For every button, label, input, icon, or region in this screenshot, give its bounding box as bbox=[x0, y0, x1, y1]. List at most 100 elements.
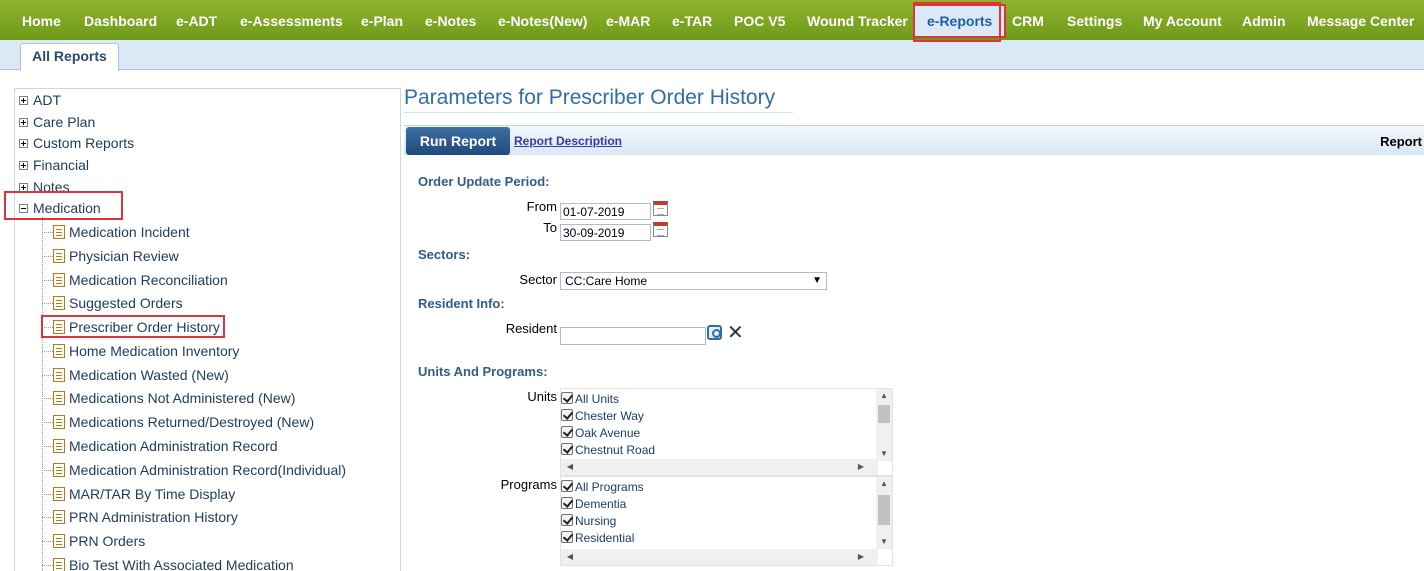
report-document-icon bbox=[53, 249, 65, 263]
sub-tab-bar: All Reports bbox=[0, 40, 1424, 71]
tree-connector bbox=[42, 446, 53, 447]
title-divider bbox=[404, 112, 793, 113]
nav-e-assessments[interactable]: e-Assessments bbox=[240, 0, 343, 40]
scroll-thumb[interactable] bbox=[878, 405, 890, 423]
report-document-icon bbox=[53, 368, 65, 382]
scroll-left-icon[interactable]: ◀ bbox=[563, 459, 577, 475]
report-description-link[interactable]: Report Description bbox=[514, 134, 622, 148]
from-date-input[interactable] bbox=[560, 203, 651, 220]
tree-item-label: Medication Reconciliation bbox=[69, 272, 228, 288]
section-heading-resident: Resident Info: bbox=[418, 296, 505, 311]
expand-icon[interactable] bbox=[19, 118, 28, 127]
search-icon[interactable] bbox=[707, 325, 722, 340]
tree-item-label: Medication Administration Record bbox=[69, 438, 278, 454]
report-document-icon bbox=[53, 439, 65, 453]
tree-item-label: Home Medication Inventory bbox=[69, 343, 240, 359]
tree-category-label: Custom Reports bbox=[33, 135, 135, 151]
expand-icon[interactable] bbox=[19, 96, 28, 105]
nav-e-mar[interactable]: e-MAR bbox=[606, 0, 650, 40]
nav-home[interactable]: Home bbox=[22, 0, 61, 40]
action-bar: Run Report Report Description Report bbox=[404, 125, 1424, 155]
scroll-thumb[interactable] bbox=[878, 495, 890, 525]
report-document-icon bbox=[53, 463, 65, 477]
sector-select[interactable]: CC:Care Home ▼ bbox=[560, 272, 827, 290]
checkbox-checked[interactable] bbox=[561, 392, 573, 404]
tree-item-label: Physician Review bbox=[69, 248, 179, 264]
section-heading-sectors: Sectors: bbox=[418, 247, 471, 262]
nav-e-reports[interactable]: e-Reports bbox=[913, 4, 1007, 38]
tree-item-label: Bio Test With Associated Medication bbox=[69, 557, 294, 571]
report-document-icon bbox=[53, 225, 65, 239]
checkbox-checked[interactable] bbox=[561, 409, 573, 421]
scroll-up-icon[interactable]: ▲ bbox=[876, 477, 892, 491]
scroll-up-icon[interactable]: ▲ bbox=[876, 389, 892, 403]
collapse-icon[interactable] bbox=[19, 204, 28, 213]
expand-icon[interactable] bbox=[19, 161, 28, 170]
nav-admin[interactable]: Admin bbox=[1242, 0, 1286, 40]
nav-e-notes-new[interactable]: e-Notes(New) bbox=[498, 0, 587, 40]
checkbox-checked[interactable] bbox=[561, 480, 573, 492]
run-report-button[interactable]: Run Report bbox=[406, 127, 510, 155]
scroll-down-icon[interactable]: ▼ bbox=[876, 447, 892, 461]
page-title: Parameters for Prescriber Order History bbox=[404, 86, 776, 109]
tree-connector bbox=[42, 398, 53, 399]
tree-category-label: ADT bbox=[33, 92, 61, 108]
nav-my-account[interactable]: My Account bbox=[1143, 0, 1222, 40]
calendar-icon[interactable] bbox=[653, 222, 668, 237]
report-document-icon bbox=[53, 487, 65, 501]
report-label: Report bbox=[1380, 134, 1422, 149]
section-heading-order-period: Order Update Period: bbox=[418, 174, 550, 189]
checkbox-checked[interactable] bbox=[561, 497, 573, 509]
report-document-icon bbox=[53, 344, 65, 358]
nav-crm[interactable]: CRM bbox=[1012, 0, 1044, 40]
tree-connector bbox=[42, 541, 53, 542]
report-document-icon bbox=[53, 296, 65, 310]
tree-item-label: PRN Administration History bbox=[69, 509, 238, 525]
nav-dashboard[interactable]: Dashboard bbox=[84, 0, 157, 40]
tree-connector bbox=[42, 494, 53, 495]
scroll-right-icon[interactable]: ▶ bbox=[854, 549, 868, 565]
nav-poc-v5[interactable]: POC V5 bbox=[734, 0, 785, 40]
scroll-left-icon[interactable]: ◀ bbox=[563, 549, 577, 565]
scroll-right-icon[interactable]: ▶ bbox=[854, 459, 868, 475]
nav-message-center[interactable]: Message Center bbox=[1307, 0, 1414, 40]
horizontal-scrollbar[interactable]: ◀ ▶ bbox=[561, 549, 878, 565]
checkbox-label: Dementia bbox=[575, 497, 627, 511]
tree-item-label: Medication Wasted (New) bbox=[69, 367, 229, 383]
checkbox-checked[interactable] bbox=[561, 443, 573, 455]
close-icon[interactable]: ✕ bbox=[727, 323, 744, 343]
vertical-scrollbar[interactable]: ▲ ▼ bbox=[876, 389, 892, 461]
report-document-icon bbox=[53, 391, 65, 405]
nav-e-notes[interactable]: e-Notes bbox=[425, 0, 476, 40]
to-date-input[interactable] bbox=[560, 224, 651, 241]
tree-item-label: Medication Administration Record(Individ… bbox=[69, 462, 347, 478]
horizontal-scrollbar[interactable]: ◀ ▶ bbox=[561, 459, 878, 475]
tree-category-label: Financial bbox=[33, 157, 90, 173]
checkbox-checked[interactable] bbox=[561, 426, 573, 438]
calendar-icon[interactable] bbox=[653, 201, 668, 216]
tab-all-reports[interactable]: All Reports bbox=[20, 43, 119, 71]
checkbox-checked[interactable] bbox=[561, 514, 573, 526]
nav-e-adt[interactable]: e-ADT bbox=[176, 0, 217, 40]
nav-e-plan[interactable]: e-Plan bbox=[361, 0, 403, 40]
checkbox-label: Chestnut Road bbox=[575, 443, 656, 457]
expand-icon[interactable] bbox=[19, 183, 28, 192]
programs-listbox[interactable]: All Programs Dementia Nursing Residentia… bbox=[560, 476, 893, 566]
report-document-icon bbox=[53, 415, 65, 429]
scroll-down-icon[interactable]: ▼ bbox=[876, 535, 892, 549]
from-label: From bbox=[526, 199, 557, 214]
nav-settings[interactable]: Settings bbox=[1067, 0, 1122, 40]
nav-wound-tracker[interactable]: Wound Tracker bbox=[807, 0, 908, 40]
expand-icon[interactable] bbox=[19, 139, 28, 148]
tree-item-label: PRN Orders bbox=[69, 533, 146, 549]
checkbox-checked[interactable] bbox=[561, 531, 573, 543]
sector-selected-value: CC:Care Home bbox=[565, 274, 648, 288]
tree-category-label: Notes bbox=[33, 179, 70, 195]
tree-item-label: Suggested Orders bbox=[69, 295, 183, 311]
chevron-down-icon: ▼ bbox=[812, 275, 822, 286]
resident-input[interactable] bbox=[560, 327, 706, 345]
vertical-scrollbar[interactable]: ▲ ▼ bbox=[876, 477, 892, 549]
nav-e-tar[interactable]: e-TAR bbox=[672, 0, 712, 40]
section-heading-units-programs: Units And Programs: bbox=[418, 364, 548, 379]
units-listbox[interactable]: All Units Chester Way Oak Avenue Chestnu… bbox=[560, 388, 893, 476]
